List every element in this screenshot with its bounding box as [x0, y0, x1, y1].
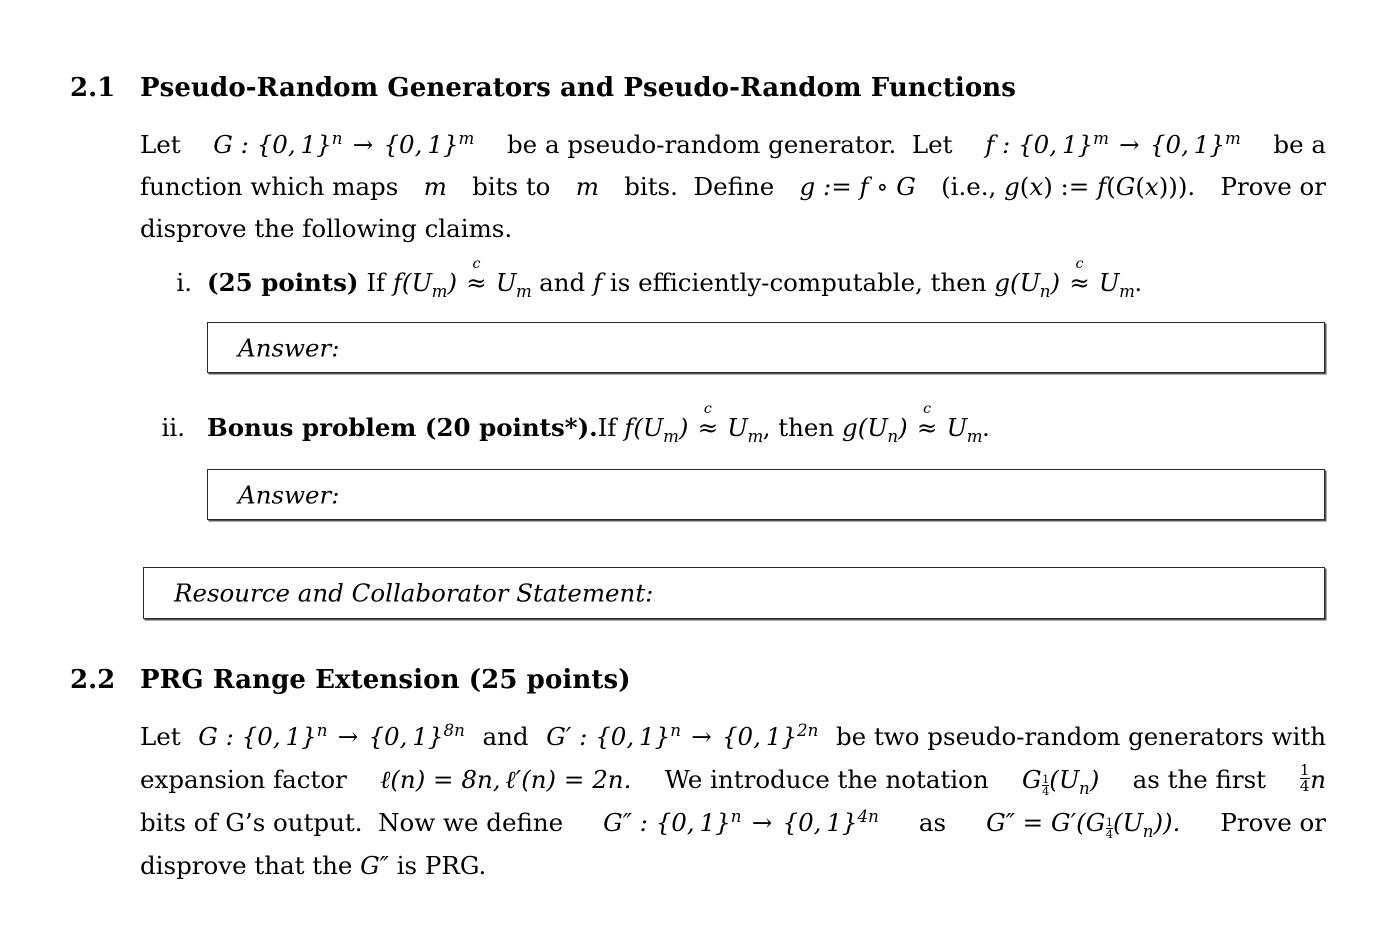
paragraph-line: bits of G’s output. Now we define G″ : {… [140, 801, 1326, 844]
paragraph-line: disprove that the G″ is PRG. [140, 844, 1326, 887]
math-Gprime-2n: G′ : {0, 1}n → {0, 1}2n [546, 720, 819, 751]
math-g-expansion: (i.e., g(x) := f(G(x))). [941, 172, 1196, 201]
text-fragment: be a pseudo-random generator. Let [506, 130, 953, 159]
math-g-Un: g(Un) [842, 413, 908, 446]
document-page: 2.1 Pseudo-Random Generators and Pseudo-… [0, 0, 1382, 952]
math-quarter-n: 14n [1299, 760, 1326, 796]
bonus-points-label: Bonus problem (20 points*). [207, 413, 598, 442]
math-Um: Um [1098, 268, 1135, 301]
text-fragment: If [597, 413, 617, 442]
text-fragment: If [366, 268, 386, 297]
math-f: f [593, 268, 603, 297]
text-fragment: be two pseudo-random generators with [835, 722, 1326, 751]
text-fragment: and [539, 268, 586, 297]
text-fragment: bits to [472, 172, 551, 201]
paragraph-line: Let G : {0, 1}n → {0, 1}8n and G′ : {0, … [140, 715, 1326, 758]
text-fragment: and [482, 722, 529, 751]
math-Gdoubleprime: G″ [360, 851, 389, 880]
section-2-2-paragraph: Let G : {0, 1}n → {0, 1}8n and G′ : {0, … [140, 715, 1326, 887]
points-label-25: (25 points) [207, 268, 359, 297]
section-2-1-intro-paragraph: Let G : {0, 1}n → {0, 1}m be a pseudo-ra… [140, 124, 1326, 250]
math-G-domain-range: G : {0, 1}n → {0, 1}m [213, 128, 475, 159]
math-computational-indistinguishability: c ≈ [466, 256, 487, 297]
math-computational-indistinguishability: c ≈ [697, 401, 719, 442]
text-fragment: Prove or [1220, 172, 1326, 201]
text-fragment: , then [762, 413, 835, 442]
text-fragment: expansion factor [140, 765, 347, 794]
text-fragment: as [918, 808, 947, 837]
math-Gdoubleprime-4n: G″ : {0, 1}n → {0, 1}4n [603, 806, 879, 837]
math-Um: Um [495, 268, 532, 301]
list-item-marker-ii: ii. [161, 413, 185, 442]
resource-statement-label: Resource and Collaborator Statement: [174, 578, 654, 608]
section-2-2-title: PRG Range Extension (25 points) [140, 665, 631, 695]
math-g-definition: g := f ∘ G [799, 172, 916, 201]
answer-box-item-i[interactable]: Answer: [207, 322, 1325, 373]
paragraph-line: function which maps m bits to m bits. De… [140, 166, 1326, 208]
text-fragment: be a [1273, 130, 1326, 159]
math-f-Um: f(Um) [624, 413, 689, 446]
section-2-1-title: Pseudo-Random Generators and Pseudo-Rand… [140, 73, 1017, 103]
math-Gdoubleprime-definition: G″ = G′(G 1 4 (Un)). [986, 808, 1181, 841]
paragraph-line: disprove the following claims. [140, 214, 513, 243]
math-computational-indistinguishability: c ≈ [916, 401, 938, 442]
answer-box-item-ii[interactable]: Answer: [207, 469, 1325, 520]
math-m: m [575, 172, 599, 201]
math-g-Un: g(Un) [994, 268, 1061, 301]
math-G-8n: G : {0, 1}n → {0, 1}8n [198, 720, 465, 751]
math-computational-indistinguishability: c ≈ [1069, 256, 1090, 297]
math-expansion-factors: ℓ(n) = 8n, ℓ′(n) = 2n. [380, 765, 632, 794]
text-fragment: is efficiently-computable, then [609, 268, 987, 297]
math-G-quarter-Un: G 1 4 (Un) [1021, 765, 1100, 798]
text-fragment: Let [140, 722, 181, 751]
text-fragment: bits of G’s output. Now we define [140, 808, 564, 837]
math-Um: Um [946, 413, 983, 446]
text-fragment: Let [140, 130, 181, 159]
list-item-ii-body: Bonus problem (20 points*).If f(Um) c ≈ U… [207, 401, 990, 446]
answer-label: Answer: [238, 333, 340, 362]
paragraph-line: Let G : {0, 1}n → {0, 1}m be a pseudo-ra… [140, 124, 1326, 166]
math-Um: Um [727, 413, 763, 446]
paragraph-line: expansion factor ℓ(n) = 8n, ℓ′(n) = 2n. … [140, 758, 1326, 801]
answer-label: Answer: [238, 480, 340, 509]
list-item-marker-i: i. [176, 268, 192, 297]
resource-collaborator-statement-box[interactable]: Resource and Collaborator Statement: [143, 567, 1325, 619]
text-fragment: Prove or [1220, 808, 1326, 837]
text-fragment: is PRG. [396, 851, 487, 880]
text-fragment: function which maps [140, 172, 399, 201]
text-fragment: as the first [1132, 765, 1266, 794]
math-f-Um: f(Um) [392, 268, 458, 301]
section-2-2-number: 2.2 [70, 665, 116, 695]
math-f-domain-range: f : {0, 1}m → {0, 1}m [985, 128, 1241, 159]
math-m: m [423, 172, 447, 201]
text-fragment: We introduce the notation [664, 765, 989, 794]
text-fragment: disprove that the [140, 851, 353, 880]
list-item-i-body: (25 points) If f(Um) c ≈ Um and f is effi… [207, 256, 1143, 301]
text-fragment: bits. Define [624, 172, 775, 201]
section-2-1-number: 2.1 [70, 73, 116, 103]
